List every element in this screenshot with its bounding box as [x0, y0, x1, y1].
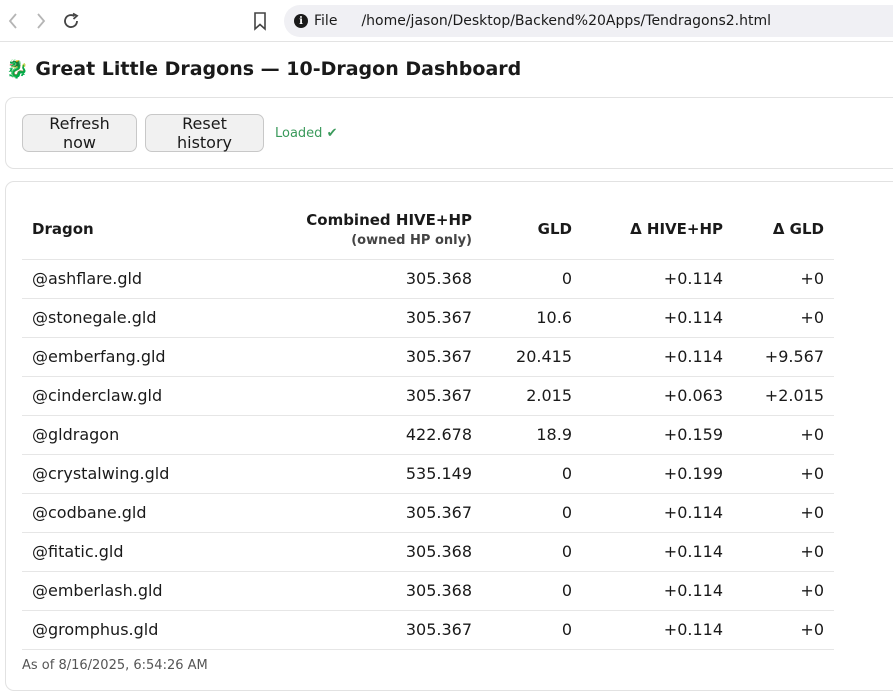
- cell-dragon: @fitatic.gld: [22, 532, 252, 572]
- cell-dragon: @emberlash.gld: [22, 571, 252, 611]
- cell-delta-gld: +0: [733, 259, 834, 299]
- cell-delta-gld: +0: [733, 454, 834, 494]
- cell-combined-hp: 305.368: [252, 532, 482, 572]
- cell-dragon: @emberfang.gld: [22, 337, 252, 377]
- cell-delta-hp: +0.114: [582, 298, 733, 338]
- refresh-button[interactable]: Refresh now: [22, 114, 137, 152]
- dragon-table: Dragon Combined HIVE+HP (owned HP only) …: [22, 200, 834, 650]
- cell-delta-gld: +0: [733, 610, 834, 650]
- cell-delta-gld: +0: [733, 571, 834, 611]
- cell-combined-hp: 305.367: [252, 376, 482, 416]
- address-bar[interactable]: i File /home/jason/Desktop/Backend%20App…: [284, 5, 893, 37]
- table-row: @codbane.gld 305.367 0 +0.114 +0: [22, 493, 834, 533]
- url-text[interactable]: /home/jason/Desktop/Backend%20Apps/Tendr…: [361, 13, 771, 29]
- cell-delta-gld: +0: [733, 532, 834, 572]
- cell-gld: 20.415: [482, 337, 582, 377]
- cell-dragon: @crystalwing.gld: [22, 454, 252, 494]
- cell-delta-hp: +0.114: [582, 259, 733, 299]
- status-text: Loaded ✔: [275, 126, 338, 141]
- cell-delta-hp: +0.114: [582, 571, 733, 611]
- cell-gld: 0: [482, 610, 582, 650]
- reset-history-button[interactable]: Reset history: [145, 114, 264, 152]
- cell-combined-hp: 535.149: [252, 454, 482, 494]
- cell-delta-gld: +2.015: [733, 376, 834, 416]
- controls-panel: Refresh now Reset history Loaded ✔: [5, 97, 893, 169]
- cell-gld: 0: [482, 532, 582, 572]
- cell-gld: 0: [482, 571, 582, 611]
- dragon-icon: 🐉: [6, 58, 29, 80]
- cell-combined-hp: 305.367: [252, 337, 482, 377]
- dragon-table-panel: Dragon Combined HIVE+HP (owned HP only) …: [5, 181, 893, 691]
- cell-gld: 10.6: [482, 298, 582, 338]
- cell-dragon: @gldragon: [22, 415, 252, 455]
- table-row: @ashflare.gld 305.368 0 +0.114 +0: [22, 259, 834, 299]
- page-title: 🐉 Great Little Dragons — 10-Dragon Dashb…: [6, 58, 521, 80]
- table-row: @emberlash.gld 305.368 0 +0.114 +0: [22, 571, 834, 611]
- cell-delta-gld: +9.567: [733, 337, 834, 377]
- cell-combined-hp: 305.367: [252, 610, 482, 650]
- table-row: @gromphus.gld 305.367 0 +0.114 +0: [22, 610, 834, 650]
- info-icon[interactable]: i: [294, 14, 308, 28]
- cell-gld: 0: [482, 454, 582, 494]
- header-gld: GLD: [482, 200, 582, 260]
- cell-delta-hp: +0.114: [582, 610, 733, 650]
- cell-dragon: @gromphus.gld: [22, 610, 252, 650]
- bookmark-icon[interactable]: [250, 11, 270, 31]
- cell-combined-hp: 305.368: [252, 571, 482, 611]
- header-dragon: Dragon: [22, 200, 252, 260]
- cell-delta-hp: +0.063: [582, 376, 733, 416]
- cell-dragon: @ashflare.gld: [22, 259, 252, 299]
- cell-delta-hp: +0.114: [582, 532, 733, 572]
- back-icon[interactable]: [2, 10, 24, 32]
- cell-dragon: @stonegale.gld: [22, 298, 252, 338]
- table-row: @stonegale.gld 305.367 10.6 +0.114 +0: [22, 298, 834, 338]
- table-row: @gldragon 422.678 18.9 +0.159 +0: [22, 415, 834, 455]
- table-header-row: Dragon Combined HIVE+HP (owned HP only) …: [22, 200, 834, 260]
- header-combined-hp-label: Combined HIVE+HP: [306, 210, 472, 229]
- cell-gld: 2.015: [482, 376, 582, 416]
- cell-combined-hp: 305.367: [252, 298, 482, 338]
- cell-dragon: @cinderclaw.gld: [22, 376, 252, 416]
- cell-delta-gld: +0: [733, 415, 834, 455]
- header-combined-hp: Combined HIVE+HP (owned HP only): [252, 200, 482, 260]
- header-delta-gld: Δ GLD: [733, 200, 834, 260]
- table-row: @crystalwing.gld 535.149 0 +0.199 +0: [22, 454, 834, 494]
- cell-combined-hp: 422.678: [252, 415, 482, 455]
- browser-toolbar: i File /home/jason/Desktop/Backend%20App…: [0, 0, 893, 42]
- cell-combined-hp: 305.368: [252, 259, 482, 299]
- cell-delta-hp: +0.199: [582, 454, 733, 494]
- table-row: @fitatic.gld 305.368 0 +0.114 +0: [22, 532, 834, 572]
- header-combined-hp-note: (owned HP only): [351, 232, 472, 248]
- reload-icon[interactable]: [60, 10, 82, 32]
- url-scheme: File: [314, 13, 338, 29]
- cell-delta-gld: +0: [733, 298, 834, 338]
- as-of-timestamp: As of 8/16/2025, 6:54:26 AM: [22, 658, 208, 673]
- table-row: @cinderclaw.gld 305.367 2.015 +0.063 +2.015: [22, 376, 834, 416]
- cell-delta-hp: +0.159: [582, 415, 733, 455]
- cell-delta-gld: +0: [733, 493, 834, 533]
- forward-icon[interactable]: [30, 10, 52, 32]
- cell-delta-hp: +0.114: [582, 337, 733, 377]
- cell-delta-hp: +0.114: [582, 493, 733, 533]
- table-body: @ashflare.gld 305.368 0 +0.114 +0 @stonegale.…: [22, 259, 834, 650]
- cell-gld: 18.9: [482, 415, 582, 455]
- page-title-text: Great Little Dragons — 10-Dragon Dashboa…: [35, 58, 522, 80]
- header-delta-hp: Δ HIVE+HP: [582, 200, 733, 260]
- cell-gld: 0: [482, 259, 582, 299]
- cell-gld: 0: [482, 493, 582, 533]
- table-row: @emberfang.gld 305.367 20.415 +0.114 +9.567: [22, 337, 834, 377]
- cell-dragon: @codbane.gld: [22, 493, 252, 533]
- cell-combined-hp: 305.367: [252, 493, 482, 533]
